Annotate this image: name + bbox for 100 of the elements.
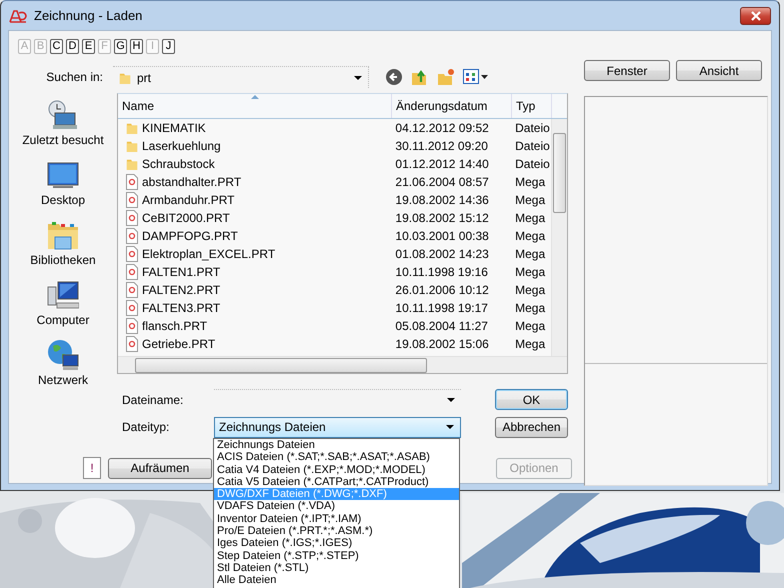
file-type-option[interactable]: Stl Dateien (*.STL): [214, 562, 459, 574]
file-name-label: Dateiname:: [122, 392, 184, 406]
drive-button[interactable]: H: [130, 39, 143, 54]
new-folder-icon[interactable]: [437, 68, 455, 86]
modified-date: 19.08.2002 15:06: [395, 337, 489, 351]
file-name[interactable]: KINEMATIK: [142, 121, 206, 135]
document-icon: [126, 264, 138, 280]
place-label[interactable]: Desktop: [40, 193, 86, 207]
file-type-option[interactable]: VDAFS Dateien (*.VDA): [214, 500, 459, 513]
file-name[interactable]: Getriebe.PRT: [142, 337, 216, 351]
file-type: Mega: [515, 229, 546, 243]
file-type: Dateio: [515, 121, 550, 135]
file-type: Mega: [515, 337, 546, 351]
document-icon: [126, 246, 138, 262]
modified-date: 01.08.2002 14:23: [395, 247, 489, 261]
modified-date: 19.08.2002 15:12: [395, 211, 489, 225]
file-type: Mega: [515, 193, 546, 207]
document-icon: [126, 300, 138, 316]
file-type-option[interactable]: ACIS Dateien (*.SAT;*.SAB;*.ASAT;*.ASAB): [214, 451, 459, 464]
folder-up-icon[interactable]: [411, 68, 429, 86]
file-type: Mega: [515, 301, 546, 315]
drive-button[interactable]: C: [50, 39, 63, 54]
document-icon: [126, 228, 138, 244]
drive-button[interactable]: G: [114, 39, 127, 54]
file-name[interactable]: Armbanduhr.PRT: [142, 193, 234, 207]
computer-icon[interactable]: [47, 279, 79, 311]
close-icon: [750, 10, 762, 20]
file-name[interactable]: DAMPFOPG.PRT: [142, 229, 238, 243]
file-name[interactable]: Elektroplan_EXCEL.PRT: [142, 247, 276, 261]
modified-date: 05.08.2004 11:27: [395, 319, 488, 333]
file-type-option[interactable]: Iges Dateien (*.IGS;*.IGES): [214, 537, 459, 550]
file-name[interactable]: flansch.PRT: [142, 319, 208, 333]
recent-places-icon[interactable]: [47, 99, 79, 131]
file-type-label: Dateityp:: [122, 420, 170, 434]
close-button[interactable]: [740, 6, 771, 24]
document-icon: [126, 174, 138, 190]
file-type: Mega: [515, 211, 546, 225]
file-name[interactable]: abstandhalter.PRT: [142, 175, 242, 189]
document-icon: [126, 282, 138, 298]
dropdown-arrow-icon: [447, 398, 455, 402]
view-button[interactable]: Ansicht: [676, 60, 762, 81]
file-type: Mega: [515, 319, 546, 333]
sort-arrow-icon: [250, 95, 258, 99]
library-folder-icon[interactable]: [46, 219, 79, 251]
horizontal-scrollbar[interactable]: [118, 356, 567, 373]
look-in-dropdown[interactable]: prt: [113, 66, 369, 88]
file-name[interactable]: Laserkuehlung: [142, 139, 221, 153]
column-header[interactable]: Änderungsdatum: [392, 94, 512, 118]
file-type-option[interactable]: Pro/E Dateien (*.PRT.*;*.ASM.*): [214, 525, 459, 538]
file-type-dropdown[interactable]: Zeichnungs Dateien: [214, 416, 461, 438]
drive-button[interactable]: E: [82, 39, 95, 54]
flag-button[interactable]: !: [83, 457, 101, 479]
dropdown-arrow-icon: [446, 425, 454, 429]
file-name[interactable]: FALTEN3.PRT: [142, 301, 220, 315]
file-type: Mega: [515, 175, 546, 189]
vertical-scrollbar[interactable]: [551, 119, 567, 356]
view-button[interactable]: Fenster: [584, 60, 670, 81]
file-type: Dateio: [515, 157, 550, 171]
file-type-option[interactable]: Inventor Dateien (*.IPT;*.IAM): [214, 512, 459, 526]
file-type-option[interactable]: Catia V5 Dateien (*.CATPart;*.CATProduct): [214, 476, 459, 488]
modified-date: 26.01.2006 10:12: [395, 283, 489, 297]
file-type-option[interactable]: Zeichnungs Dateien: [214, 439, 459, 452]
cancel-button[interactable]: Abbrechen: [495, 416, 568, 438]
file-name[interactable]: FALTEN1.PRT: [142, 265, 220, 279]
place-label[interactable]: Bibliotheken: [30, 253, 96, 267]
file-name[interactable]: CeBIT2000.PRT: [142, 211, 230, 225]
column-header[interactable]: Typ: [512, 94, 552, 118]
app-logo-icon: [9, 8, 27, 22]
window-title: Zeichnung - Laden: [34, 8, 142, 23]
column-header[interactable]: Name: [118, 94, 392, 118]
file-type-option[interactable]: Alle Dateien: [214, 574, 459, 587]
modified-date: 10.03.2001 00:38: [395, 229, 489, 243]
ok-button[interactable]: OK: [495, 389, 568, 410]
drive-button[interactable]: J: [162, 39, 175, 54]
file-type: Mega: [515, 265, 546, 279]
modified-date: 21.06.2004 08:57: [395, 175, 489, 189]
document-icon: [126, 192, 138, 208]
place-label[interactable]: Zuletzt besucht: [22, 133, 104, 147]
modified-date: 30.11.2012 09:20: [395, 139, 488, 153]
modified-date: 04.12.2012 09:52: [395, 121, 489, 135]
modified-date: 10.11.1998 19:17: [395, 301, 488, 315]
document-icon: [126, 210, 138, 226]
file-type: Mega: [515, 247, 546, 261]
file-type-option[interactable]: Step Dateien (*.STP;*.STEP): [214, 550, 459, 562]
view-menu-icon[interactable]: [463, 69, 489, 85]
drive-button[interactable]: D: [66, 39, 79, 54]
document-icon: [126, 318, 138, 334]
place-label[interactable]: Computer: [36, 313, 90, 327]
look-in-label: Suchen in:: [45, 70, 104, 84]
back-icon[interactable]: [385, 68, 403, 86]
globe-icon[interactable]: [46, 339, 79, 371]
file-name[interactable]: Schraubstock: [142, 157, 215, 171]
file-type-option[interactable]: Catia V4 Dateien (*.EXP;*.MOD;*.MODEL): [214, 464, 459, 476]
file-name[interactable]: FALTEN2.PRT: [142, 283, 220, 297]
place-label[interactable]: Netzwerk: [38, 373, 88, 387]
file-type: Dateio: [515, 139, 550, 153]
cleanup-button[interactable]: Aufräumen: [108, 458, 212, 478]
modified-date: 01.12.2012 14:40: [395, 157, 489, 171]
dropdown-arrow-icon: [354, 76, 362, 80]
modified-date: 10.11.1998 19:16: [395, 265, 488, 279]
